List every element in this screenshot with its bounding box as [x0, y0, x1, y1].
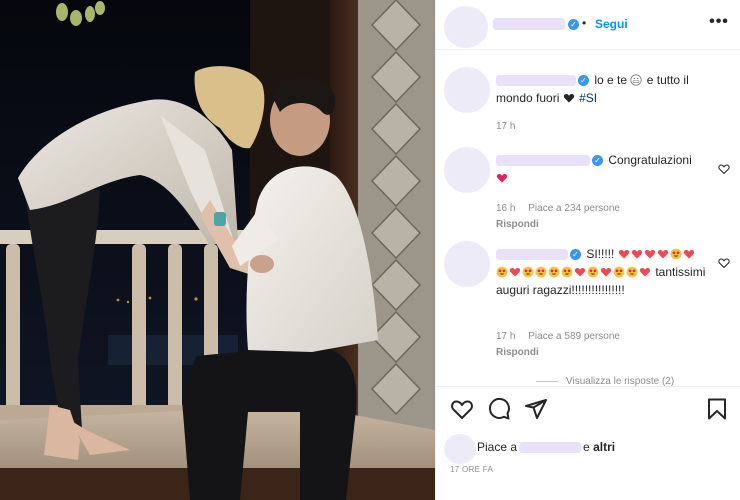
comment-time: 17 h: [496, 331, 516, 342]
view-replies-link[interactable]: Visualizza le risposte (2): [536, 376, 674, 386]
hashtag-link[interactable]: #SI: [579, 91, 597, 105]
comment-avatar[interactable]: [444, 67, 490, 113]
red-heart-icon: [683, 250, 694, 259]
comment-likes[interactable]: Piace a 234 persone: [528, 203, 620, 214]
red-heart-icon: [631, 250, 642, 259]
heart-eyes-face-icon: [522, 266, 534, 278]
red-heart-icon: [600, 268, 612, 277]
verified-badge-icon: ✓: [592, 155, 603, 167]
verified-badge-icon: ✓: [568, 19, 579, 30]
comment-time: 17 h: [496, 121, 516, 132]
likes-others[interactable]: altri: [593, 440, 615, 454]
red-heart-icon: [574, 268, 586, 277]
comment-username-redacted[interactable]: [496, 155, 590, 167]
author-username-redacted[interactable]: [493, 18, 565, 30]
comments-list[interactable]: ✓ lo e te e tutto il mondo fuori #SI 17 …: [436, 51, 740, 386]
comment-meta: 17 h Piace a 589 persone: [496, 331, 630, 342]
red-heart-icon: [618, 250, 629, 259]
likes-suffix: e: [583, 440, 590, 454]
verified-badge-icon: ✓: [570, 249, 581, 261]
grimacing-face-icon: [630, 74, 642, 86]
red-heart-icon: [644, 250, 655, 259]
photo-scene: [0, 0, 435, 500]
comment-avatar[interactable]: [444, 241, 490, 287]
post-actions: [436, 386, 740, 430]
verified-badge-icon: ✓: [578, 75, 589, 87]
comment-text: ✓ Congratulazioni: [496, 151, 706, 187]
post-timestamp: 17 ORE FA: [450, 465, 494, 474]
red-heart-icon: [639, 268, 651, 277]
black-heart-icon: [563, 94, 574, 103]
bookmark-icon[interactable]: [705, 397, 729, 421]
author-avatar[interactable]: [444, 6, 488, 48]
likes-prefix: Piace a: [477, 440, 518, 454]
heart-eyes-face-icon: [535, 266, 547, 278]
more-options-icon[interactable]: •••: [708, 12, 730, 32]
red-heart-icon: [509, 268, 521, 277]
post-photo[interactable]: [0, 0, 435, 500]
red-heart-icon: [657, 250, 668, 259]
comment-meta: 17 h: [496, 121, 525, 132]
comment-meta: 16 h Piace a 234 persone: [496, 203, 630, 214]
share-icon[interactable]: [524, 397, 548, 421]
likes-text[interactable]: Piace a e altri: [477, 440, 615, 454]
liker-avatar[interactable]: [444, 434, 476, 464]
header-separator: •: [582, 16, 587, 30]
comment-username-redacted[interactable]: [496, 75, 576, 87]
reply-button[interactable]: Rispondi: [496, 347, 539, 358]
heart-eyes-face-icon: [587, 266, 599, 278]
heart-eyes-face-icon: [548, 266, 560, 278]
liker-username-redacted[interactable]: [519, 442, 582, 454]
like-comment-heart-icon[interactable]: [718, 257, 730, 269]
follow-button[interactable]: Segui: [595, 17, 628, 31]
comment-body: SI!!!!!: [586, 247, 615, 261]
comment-body: lo e te: [594, 73, 628, 87]
heart-eyes-face-icon: [561, 266, 573, 278]
heart-icon[interactable]: [450, 397, 474, 421]
post-side-panel: ✓ • Segui ••• ✓ lo e te e tutto il mondo…: [435, 0, 740, 500]
comment-icon[interactable]: [487, 397, 511, 421]
heart-eyes-face-icon: [670, 248, 682, 260]
comment-body: Congratulazioni: [608, 153, 692, 167]
comment-time: 16 h: [496, 203, 516, 214]
heart-eyes-face-icon: [626, 266, 638, 278]
comment-text: ✓ SI!!!!! tantissimi auguri ragazzi!!!!!…: [496, 245, 706, 299]
red-heart-icon: [496, 174, 508, 183]
comment-text: ✓ lo e te e tutto il mondo fuori #SI: [496, 71, 706, 107]
post-header: ✓ • Segui •••: [436, 0, 740, 50]
heart-eyes-face-icon: [613, 266, 625, 278]
reply-button[interactable]: Rispondi: [496, 219, 539, 230]
comment-username-redacted[interactable]: [496, 249, 568, 261]
comment-avatar[interactable]: [444, 147, 490, 193]
like-comment-heart-icon[interactable]: [718, 163, 730, 175]
comment-likes[interactable]: Piace a 589 persone: [528, 331, 620, 342]
heart-eyes-face-icon: [496, 266, 508, 278]
